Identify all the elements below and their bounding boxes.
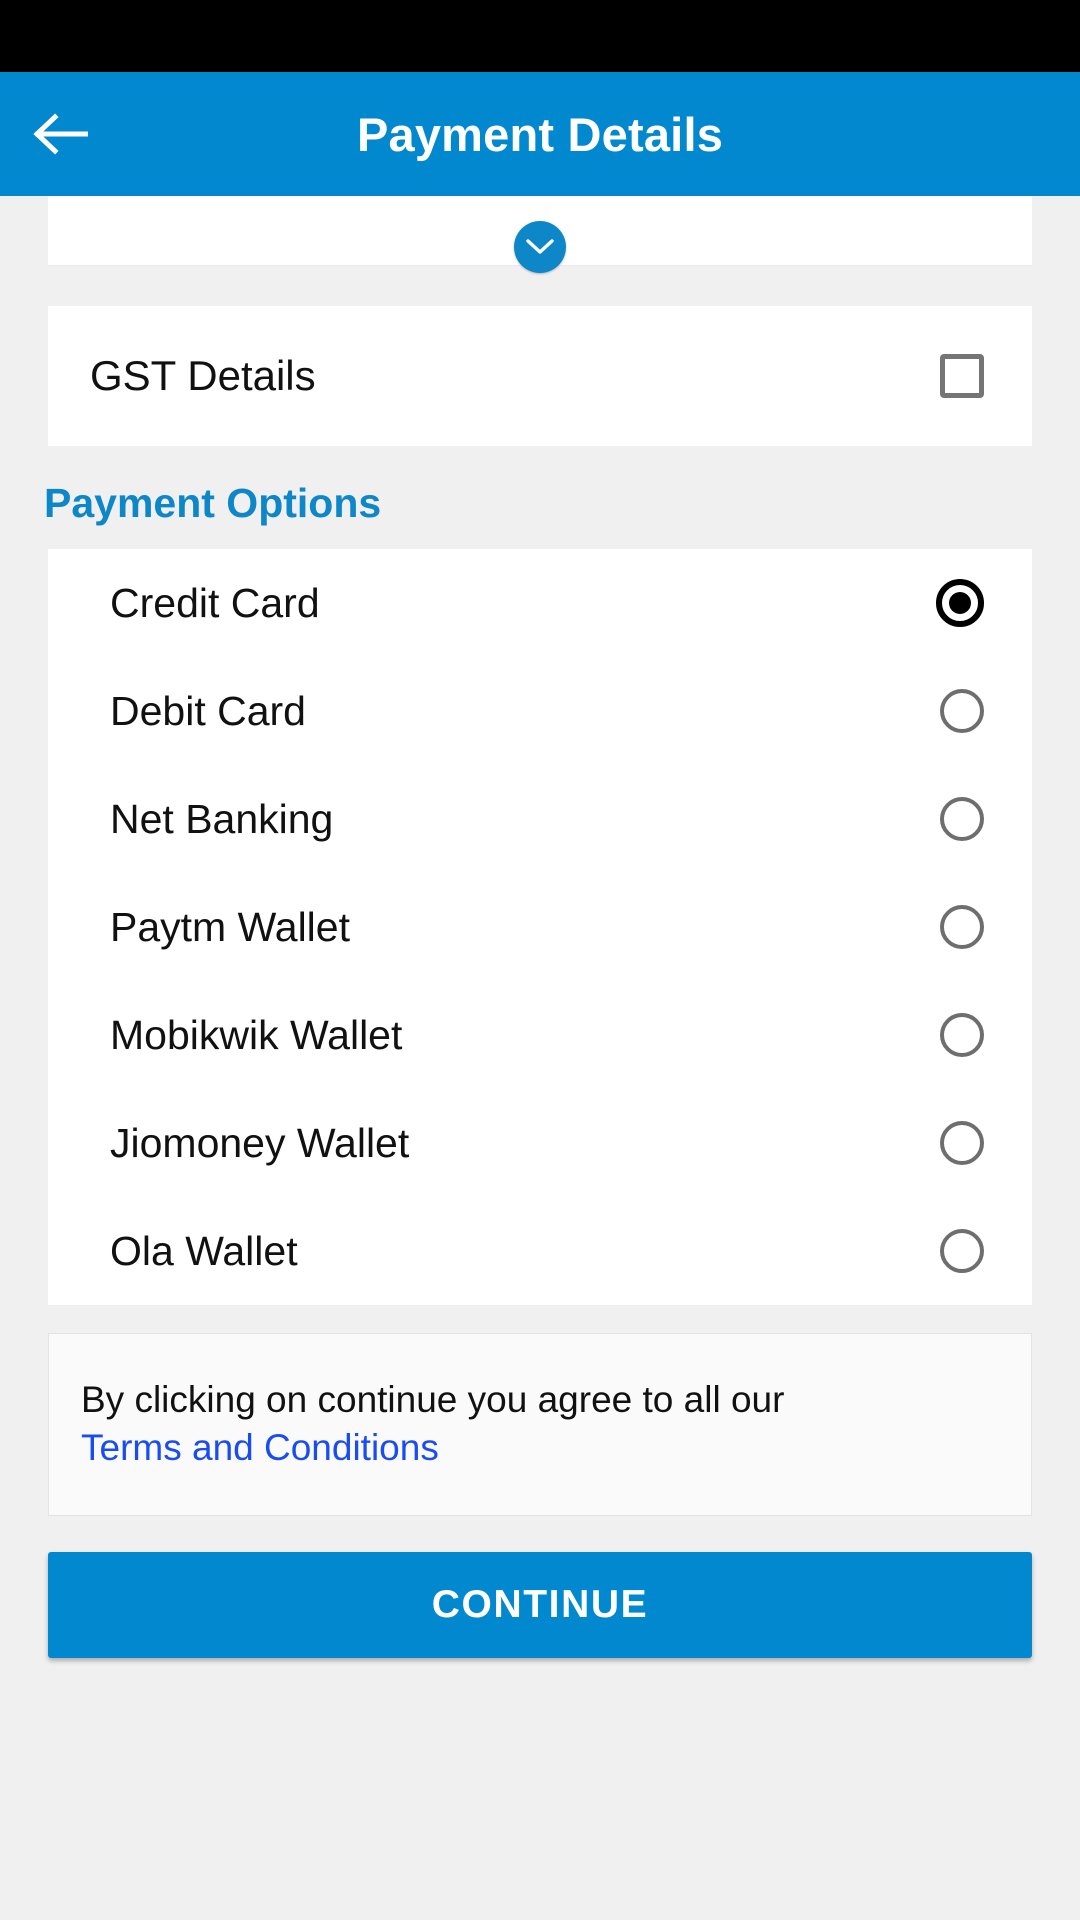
payment-option-label: Ola Wallet: [110, 1227, 298, 1274]
footer-actions: CONTINUE: [0, 1516, 1080, 1659]
payment-option-debit-card[interactable]: Debit Card: [48, 657, 1032, 765]
payment-option-mobikwik-wallet[interactable]: Mobikwik Wallet: [48, 981, 1032, 1089]
page-title: Payment Details: [356, 107, 724, 161]
gst-details-label: GST Details: [90, 352, 316, 399]
scroll-content: GST Details Payment Options Credit Card …: [0, 196, 1080, 1821]
continue-button[interactable]: CONTINUE: [48, 1552, 1032, 1659]
back-button[interactable]: [0, 72, 120, 196]
payment-option-paytm-wallet[interactable]: Paytm Wallet: [48, 873, 1032, 981]
bottom-spacer: [0, 1658, 1080, 1819]
payment-option-label: Net Banking: [110, 795, 334, 842]
status-bar: [0, 0, 1080, 72]
payment-option-label: Debit Card: [110, 687, 306, 734]
phone-screen: Payment Details GST Details Payment Opti…: [0, 0, 1080, 1920]
arrow-left-icon: [32, 113, 88, 155]
radio-paytm-wallet[interactable]: [940, 905, 984, 949]
chevron-down-icon: [525, 237, 555, 257]
radio-mobikwik-wallet[interactable]: [940, 1013, 984, 1057]
terms-agreement-text: By clicking on continue you agree to all…: [81, 1379, 785, 1420]
payment-option-label: Jiomoney Wallet: [110, 1119, 410, 1166]
radio-credit-card[interactable]: [936, 579, 984, 627]
gst-details-row[interactable]: GST Details: [48, 306, 1032, 446]
payment-option-credit-card[interactable]: Credit Card: [48, 549, 1032, 657]
radio-debit-card[interactable]: [940, 689, 984, 733]
payment-option-label: Paytm Wallet: [110, 903, 350, 950]
payment-option-ola-wallet[interactable]: Ola Wallet: [48, 1197, 1032, 1305]
order-summary-card: [48, 196, 1032, 273]
app-bar: Payment Details: [0, 72, 1080, 196]
payment-options-list: Credit Card Debit Card Net Banking Paytm…: [48, 549, 1032, 1305]
expand-summary-button[interactable]: [514, 221, 566, 273]
gst-details-checkbox[interactable]: [940, 354, 984, 398]
payment-option-label: Mobikwik Wallet: [110, 1011, 403, 1058]
radio-ola-wallet[interactable]: [940, 1229, 984, 1273]
radio-jiomoney-wallet[interactable]: [940, 1121, 984, 1165]
terms-agreement-box: By clicking on continue you agree to all…: [48, 1333, 1032, 1517]
payment-option-net-banking[interactable]: Net Banking: [48, 765, 1032, 873]
payment-options-heading: Payment Options: [0, 446, 1080, 549]
payment-option-label: Credit Card: [110, 579, 320, 626]
spacer: [0, 1305, 1080, 1333]
radio-net-banking[interactable]: [940, 797, 984, 841]
payment-option-jiomoney-wallet[interactable]: Jiomoney Wallet: [48, 1089, 1032, 1197]
terms-and-conditions-link[interactable]: Terms and Conditions: [81, 1427, 439, 1469]
